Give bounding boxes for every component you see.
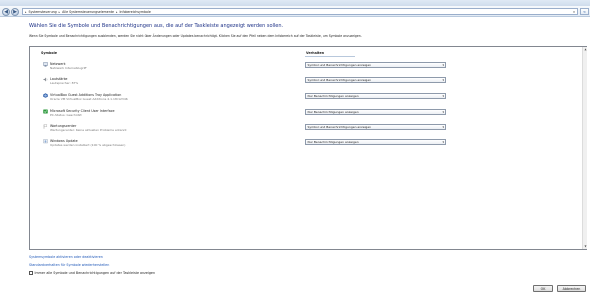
chevron-down-icon: ▾: [442, 63, 444, 67]
behavior-select-value: Symbol und Benachrichtigungen anzeigen: [307, 63, 372, 67]
back-arrow-icon: ◀: [4, 8, 8, 15]
behavior-select[interactable]: Nur Benachrichtigungen anzeigen ▾: [305, 93, 446, 99]
behavior-select[interactable]: Symbol und Benachrichtigungen anzeigen ▾: [305, 124, 446, 130]
breadcrumb[interactable]: ▸ Systemsteuerung ▸ Alle Systemsteuerung…: [22, 8, 578, 15]
list-item: Wartungscenter Wartungscenter: Keine akt…: [30, 123, 580, 137]
behavior-select[interactable]: Nur Benachrichtigungen anzeigen ▾: [305, 109, 446, 115]
address-bar: ◀ ▶ ▸ Systemsteuerung ▸ Alle Systemsteue…: [0, 6, 590, 17]
network-icon: [43, 62, 48, 67]
address-dropdown-icon[interactable]: ▾: [572, 10, 576, 15]
behavior-select-value: Symbol und Benachrichtigungen anzeigen: [307, 125, 372, 129]
list-item: Netzwerk Netzwerk Internetzugriff Symbol…: [30, 61, 580, 75]
item-description: PC-Status: Geschützt: [50, 112, 82, 117]
show-all-icons-option[interactable]: Immer alle Symbole und Benachrichtigunge…: [29, 271, 155, 275]
back-button[interactable]: ◀: [2, 7, 10, 16]
ok-button[interactable]: OK: [533, 285, 553, 292]
list-item: Microsoft Security Client User Interface…: [30, 108, 580, 122]
page-title: Wählen Sie die Symbole und Benachrichtig…: [29, 23, 284, 29]
windows-update-icon: [43, 139, 48, 144]
scroll-up-icon[interactable]: ▲: [583, 47, 588, 52]
forward-button[interactable]: ▶: [11, 7, 19, 16]
breadcrumb-separator: ▸: [115, 9, 118, 14]
page-intro-text: Wenn Sie Symbole und Benachrichtigungen …: [29, 34, 362, 38]
list-item: Lautstärke Lautsprecher: 87% Symbol und …: [30, 76, 580, 90]
chevron-down-icon: ▾: [442, 78, 444, 82]
behavior-select-value: Nur Benachrichtigungen anzeigen: [307, 140, 359, 144]
behavior-select[interactable]: Symbol und Benachrichtigungen anzeigen ▾: [305, 62, 446, 68]
virtualbox-icon: [43, 93, 48, 98]
item-description: Lautsprecher: 87%: [50, 80, 79, 85]
item-description: Netzwerk Internetzugriff: [50, 65, 87, 70]
list-item: Windows Update Updates werden installier…: [30, 138, 580, 152]
system-icons-link[interactable]: Systemsymbole aktivieren oder deaktivier…: [29, 255, 103, 259]
chevron-down-icon: ▾: [442, 140, 444, 144]
breadcrumb-root-separator: ▸: [25, 9, 27, 14]
list-item: VirtualBox Guest Additions Tray Applicat…: [30, 92, 580, 106]
column-header-divider: [305, 55, 355, 56]
breadcrumb-item-infobereichsymbole[interactable]: Infobereichsymbole: [119, 10, 150, 14]
column-header-symbols: Symbole: [41, 51, 57, 55]
item-description: Updates werden installiert (100 % abgesc…: [50, 142, 126, 147]
breadcrumb-item-alle-elemente[interactable]: Alle Systemsteuerungselemente: [62, 10, 114, 14]
behavior-select-value: Symbol und Benachrichtigungen anzeigen: [307, 78, 372, 82]
restore-defaults-link[interactable]: Standardverhalten für Symbole wiederhers…: [29, 263, 109, 267]
refresh-button[interactable]: ↻: [580, 8, 589, 15]
show-all-icons-label: Immer alle Symbole und Benachrichtigunge…: [34, 271, 156, 275]
list-scrollbar[interactable]: ▲ ▼: [582, 47, 587, 249]
speaker-icon: [43, 77, 48, 82]
behavior-select-value: Nur Benachrichtigungen anzeigen: [307, 94, 359, 98]
security-icon: [43, 109, 48, 114]
item-description: Wartungscenter: Keine aktuellen Probleme…: [50, 127, 127, 132]
show-all-icons-checkbox[interactable]: [29, 271, 33, 275]
behavior-select[interactable]: Nur Benachrichtigungen anzeigen ▾: [305, 139, 446, 145]
breadcrumb-item-systemsteuerung[interactable]: Systemsteuerung: [29, 10, 57, 14]
scroll-down-icon[interactable]: ▼: [583, 244, 588, 249]
behavior-select[interactable]: Symbol und Benachrichtigungen anzeigen ▾: [305, 77, 446, 83]
breadcrumb-separator: ▸: [58, 9, 61, 14]
chevron-down-icon: ▾: [442, 94, 444, 98]
notification-icons-list: Symbole Verhalten Netzwerk Netzwerk Inte…: [29, 46, 587, 250]
chevron-down-icon: ▾: [442, 125, 444, 129]
forward-arrow-icon: ▶: [13, 8, 17, 15]
column-header-behavior: Verhalten: [306, 51, 325, 55]
flag-icon: [43, 124, 48, 129]
cancel-button[interactable]: Abbrechen: [557, 285, 586, 292]
chevron-down-icon: ▾: [442, 110, 444, 114]
behavior-select-value: Nur Benachrichtigungen anzeigen: [307, 110, 359, 114]
item-description: Oracle VM VirtualBox Guest Additions 4.1…: [50, 96, 128, 101]
